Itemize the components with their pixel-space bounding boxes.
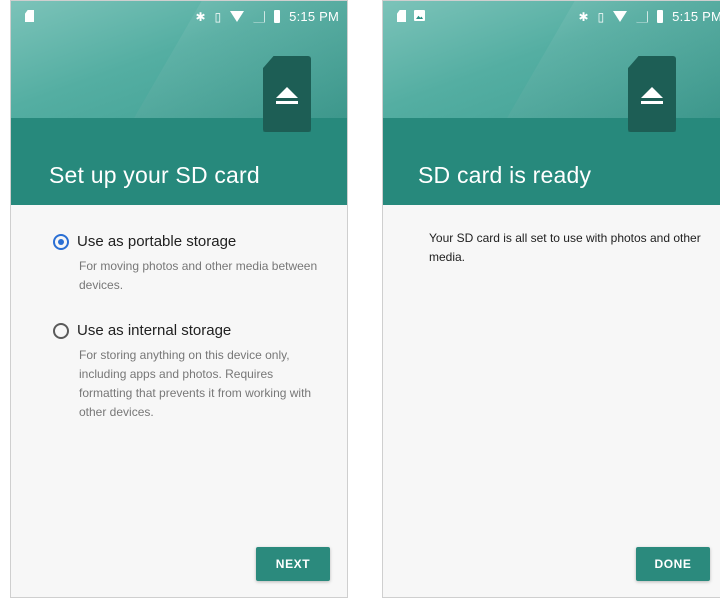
battery-icon xyxy=(274,10,281,23)
ready-screen: ✱ ▯ 5:15 PM SD card is ready Your SD car… xyxy=(382,0,720,598)
ready-message: Your SD card is all set to use with phot… xyxy=(429,231,701,264)
radio-internal-unselected[interactable] xyxy=(53,322,69,339)
signal-icon xyxy=(636,10,649,23)
sd-card-eject-icon xyxy=(263,56,311,132)
status-bar: ✱ ▯ 5:15 PM xyxy=(11,1,347,35)
next-button[interactable]: NEXT xyxy=(256,547,330,581)
setup-screen: ✱ ▯ 5:15 PM Set up your SD card Use as p… xyxy=(10,0,348,598)
option-internal-storage[interactable]: Use as internal storage For storing anyt… xyxy=(53,322,323,422)
page-title: Set up your SD card xyxy=(49,162,260,188)
bluetooth-icon: ✱ xyxy=(195,9,206,24)
vibrate-icon: ▯ xyxy=(214,9,222,24)
status-bar: ✱ ▯ 5:15 PM xyxy=(383,1,720,35)
wifi-icon xyxy=(230,11,245,22)
image-icon xyxy=(414,10,425,21)
wifi-icon xyxy=(613,11,628,22)
option-description: For moving photos and other media betwee… xyxy=(79,259,318,292)
status-time: 5:15 PM xyxy=(672,9,720,24)
radio-portable-selected[interactable] xyxy=(53,233,69,250)
sd-card-eject-icon xyxy=(628,56,676,132)
page-title: SD card is ready xyxy=(418,162,592,188)
bluetooth-icon: ✱ xyxy=(578,9,589,24)
option-label: Use as portable storage xyxy=(77,233,237,250)
vibrate-icon: ▯ xyxy=(597,9,605,24)
sd-card-icon xyxy=(397,10,406,22)
option-label: Use as internal storage xyxy=(77,322,232,339)
done-button[interactable]: DONE xyxy=(636,547,710,581)
sd-card-icon xyxy=(25,10,34,22)
option-description: For storing anything on this device only… xyxy=(79,348,312,419)
signal-icon xyxy=(253,10,266,23)
option-portable-storage[interactable]: Use as portable storage For moving photo… xyxy=(53,233,323,295)
battery-icon xyxy=(657,10,664,23)
status-time: 5:15 PM xyxy=(289,9,339,24)
